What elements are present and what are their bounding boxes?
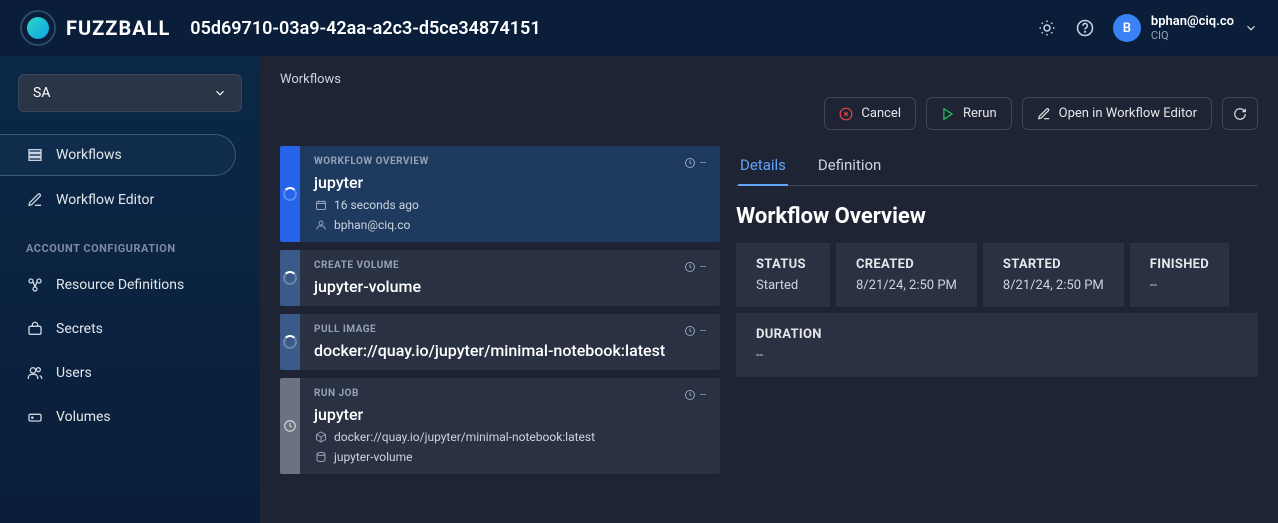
step-title: jupyter <box>314 405 706 424</box>
info-value: 8/21/24, 2:50 PM <box>1003 278 1104 293</box>
page-title: 05d69710-03a9-42aa-a2c3-d5ce34874151 <box>190 18 1017 39</box>
step-create-volume[interactable]: CREATE VOLUME -- jupyter-volume <box>280 250 720 306</box>
user-org: CIQ <box>1151 29 1234 42</box>
tab-details[interactable]: Details <box>738 146 788 186</box>
edit-icon <box>1037 107 1051 121</box>
button-label: Rerun <box>963 106 997 121</box>
org-selector[interactable]: SA <box>18 74 242 112</box>
step-pull-image[interactable]: PULL IMAGE -- docker://quay.io/jupyter/m… <box>280 314 720 370</box>
nodes-icon <box>26 276 44 294</box>
chevron-down-icon <box>1244 21 1258 35</box>
step-duration: -- <box>684 388 706 401</box>
clock-icon <box>684 325 696 337</box>
brand-name: FUZZBALL <box>66 16 170 40</box>
sidebar-item-label: Resource Definitions <box>56 277 184 293</box>
info-label: STARTED <box>1003 257 1104 272</box>
step-title: jupyter <box>314 173 706 192</box>
steps-list: WORKFLOW OVERVIEW -- jupyter 16 seconds … <box>280 146 720 507</box>
button-label: Open in Workflow Editor <box>1059 106 1197 121</box>
avatar: B <box>1113 14 1141 42</box>
cancel-icon <box>839 107 853 121</box>
info-created: CREATED 8/21/24, 2:50 PM <box>836 243 977 307</box>
clock-icon <box>684 157 696 169</box>
info-label: STATUS <box>756 257 810 272</box>
spinner-icon <box>283 335 297 349</box>
details-heading: Workflow Overview <box>736 204 1258 229</box>
users-icon <box>26 364 44 382</box>
info-value: -- <box>1150 278 1209 293</box>
step-kind: CREATE VOLUME <box>314 260 399 271</box>
sidebar-item-workflows[interactable]: Workflows <box>0 134 236 176</box>
clock-icon <box>684 389 696 401</box>
info-value: Started <box>756 278 810 293</box>
info-started: STARTED 8/21/24, 2:50 PM <box>983 243 1124 307</box>
clock-icon <box>283 419 297 433</box>
disk-icon <box>314 450 328 464</box>
open-in-editor-button[interactable]: Open in Workflow Editor <box>1022 97 1212 130</box>
rerun-button[interactable]: Rerun <box>926 97 1012 130</box>
sidebar-item-label: Secrets <box>56 321 103 337</box>
calendar-icon <box>314 198 328 212</box>
info-label: DURATION <box>756 327 1238 342</box>
app-logo[interactable]: FUZZBALL <box>20 10 170 46</box>
cube-icon <box>314 430 328 444</box>
step-kind: RUN JOB <box>314 388 359 399</box>
play-icon <box>941 107 955 121</box>
step-title: jupyter-volume <box>314 277 706 296</box>
sidebar-item-label: Volumes <box>56 409 111 425</box>
user-email: bphan@ciq.co <box>1151 14 1234 30</box>
step-duration: -- <box>684 156 706 169</box>
step-title: docker://quay.io/jupyter/minimal-noteboo… <box>314 341 706 360</box>
spinner-icon <box>283 187 297 201</box>
info-label: FINISHED <box>1150 257 1209 272</box>
details-panel: Details Definition Workflow Overview STA… <box>736 146 1258 507</box>
clock-icon <box>684 261 696 273</box>
button-label: Cancel <box>861 106 901 121</box>
disk-icon <box>26 408 44 426</box>
sidebar-item-secrets[interactable]: Secrets <box>0 309 260 349</box>
info-value: 8/21/24, 2:50 PM <box>856 278 957 293</box>
step-kind: PULL IMAGE <box>314 324 376 335</box>
user-menu[interactable]: B bphan@ciq.co CIQ <box>1113 14 1258 43</box>
step-meta: bphan@ciq.co <box>314 218 706 232</box>
sidebar-item-workflow-editor[interactable]: Workflow Editor <box>0 180 260 220</box>
step-duration: -- <box>684 260 706 273</box>
step-kind: WORKFLOW OVERVIEW <box>314 156 429 167</box>
info-label: CREATED <box>856 257 957 272</box>
help-icon[interactable] <box>1075 18 1095 38</box>
logo-icon <box>20 10 56 46</box>
refresh-button[interactable] <box>1222 97 1258 130</box>
step-meta: docker://quay.io/jupyter/minimal-noteboo… <box>314 430 706 444</box>
key-icon <box>26 320 44 338</box>
breadcrumb[interactable]: Workflows <box>260 56 1278 97</box>
sidebar-item-label: Workflows <box>56 147 122 163</box>
step-duration: -- <box>684 324 706 337</box>
step-run-job[interactable]: RUN JOB -- jupyter docker://quay.io/jupy… <box>280 378 720 474</box>
tab-definition[interactable]: Definition <box>816 146 883 186</box>
org-selected: SA <box>33 85 50 101</box>
edit-icon <box>26 191 44 209</box>
step-meta: jupyter-volume <box>314 450 706 464</box>
theme-toggle-icon[interactable] <box>1037 18 1057 38</box>
sidebar-item-volumes[interactable]: Volumes <box>0 397 260 437</box>
sidebar-item-users[interactable]: Users <box>0 353 260 393</box>
sidebar-item-resource-definitions[interactable]: Resource Definitions <box>0 265 260 305</box>
sidebar-item-label: Workflow Editor <box>56 192 154 208</box>
step-workflow-overview[interactable]: WORKFLOW OVERVIEW -- jupyter 16 seconds … <box>280 146 720 242</box>
spinner-icon <box>283 271 297 285</box>
chevron-down-icon <box>213 86 227 100</box>
info-duration: DURATION -- <box>736 313 1258 377</box>
step-meta: 16 seconds ago <box>314 198 706 212</box>
info-finished: FINISHED -- <box>1130 243 1229 307</box>
sidebar: SA Workflows Workflow Editor ACCOUNT CON… <box>0 56 260 523</box>
cancel-button[interactable]: Cancel <box>824 97 916 130</box>
list-icon <box>26 146 44 164</box>
sidebar-item-label: Users <box>56 365 92 381</box>
info-status: STATUS Started <box>736 243 830 307</box>
sidebar-section-label: ACCOUNT CONFIGURATION <box>0 224 260 261</box>
refresh-icon <box>1233 107 1247 121</box>
user-icon <box>314 218 328 232</box>
info-value: -- <box>756 348 1238 363</box>
